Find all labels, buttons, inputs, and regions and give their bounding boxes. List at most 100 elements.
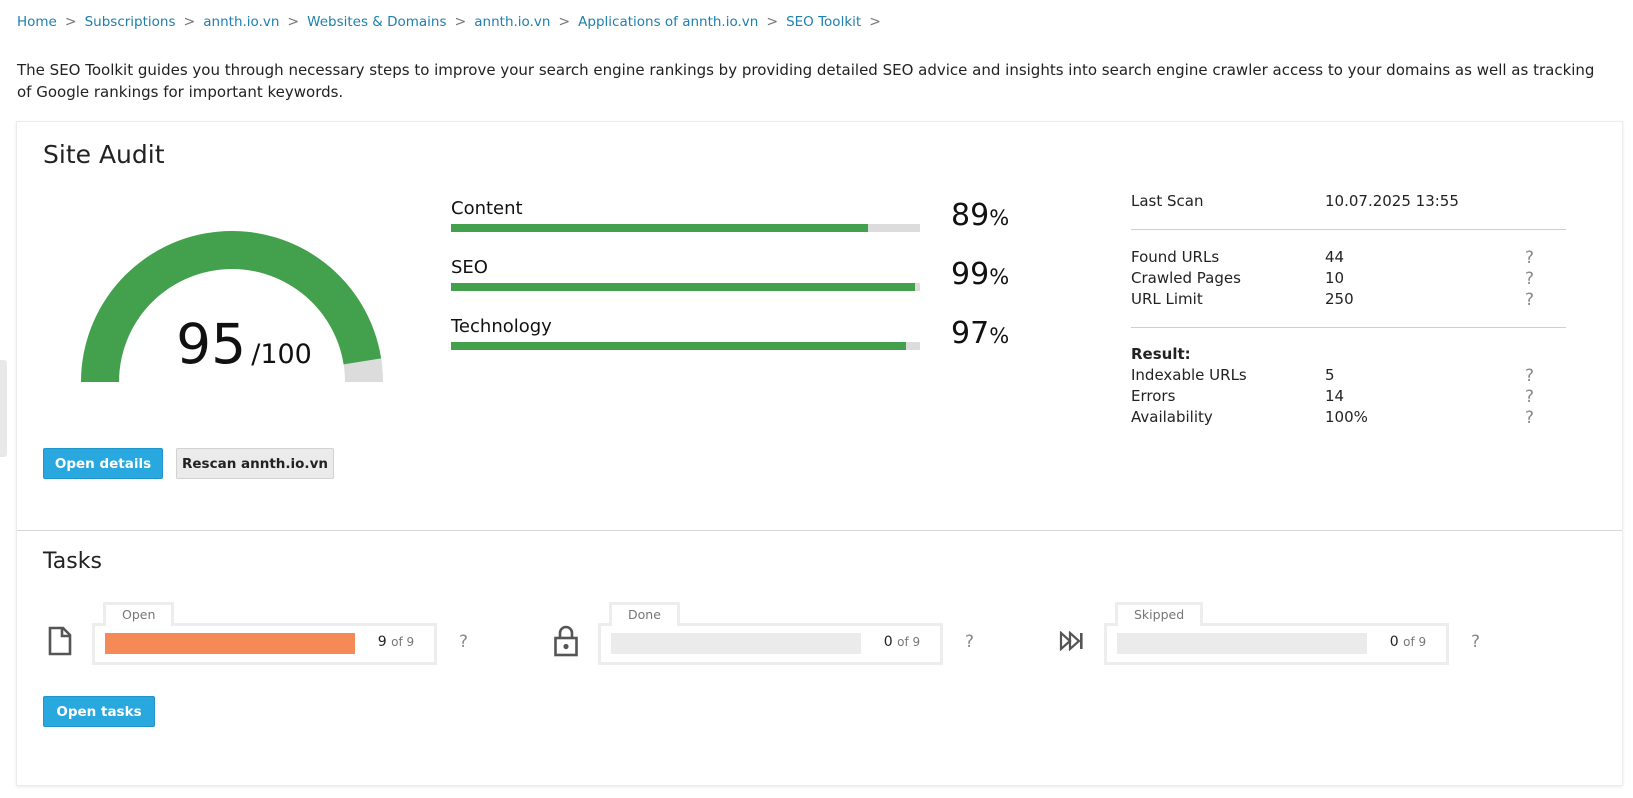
task-progress-bar: [1117, 633, 1367, 654]
task-progress-bar: [611, 633, 861, 654]
task-tab-label: Open: [103, 602, 175, 626]
document-icon: [43, 624, 77, 658]
result-value: 14: [1325, 387, 1345, 405]
result-row: Availability 100%?: [1131, 408, 1587, 430]
task-progress-box[interactable]: 0 of 9: [598, 623, 943, 665]
stat-label: Crawled Pages: [1131, 269, 1241, 287]
gauge-score: 95 /100: [81, 312, 407, 376]
help-icon[interactable]: ?: [965, 632, 974, 652]
stat-row: URL Limit 250?: [1131, 290, 1587, 312]
result-row: Indexable URLs 5?: [1131, 366, 1587, 388]
open-details-button[interactable]: Open details: [43, 448, 163, 479]
metric-percent: 99: [951, 257, 990, 292]
metric-bar-fill: [451, 224, 869, 232]
metric-label: SEO: [451, 257, 488, 278]
last-scan-value: 10.07.2025 13:55: [1325, 192, 1459, 210]
metric-seo: SEO 99%: [451, 257, 1011, 307]
seo-toolkit-page: Home > Subscriptions > annth.io.vn > Websites …: [0, 0, 1633, 798]
metric-unit: %: [989, 324, 1010, 348]
task-count-total: of 9: [897, 635, 921, 649]
score-max: /100: [251, 339, 312, 370]
lock-icon: [549, 624, 583, 658]
chevron-right-icon: >: [183, 14, 196, 30]
task-open: 9 of 9 Open?: [43, 602, 513, 668]
metric-value: 99%: [951, 257, 1009, 292]
result-value: 100%: [1325, 408, 1368, 426]
breadcrumb-item[interactable]: Websites & Domains: [307, 14, 446, 30]
metric-label: Technology: [451, 316, 552, 337]
stat-label: Found URLs: [1131, 248, 1220, 266]
chevron-right-icon: >: [454, 14, 467, 30]
stat-value: 10: [1325, 269, 1345, 287]
result-label: Indexable URLs: [1131, 366, 1247, 384]
task-count-total: of 9: [1403, 635, 1427, 649]
score-value: 95: [176, 312, 247, 376]
task-count-total: of 9: [391, 635, 415, 649]
metric-content: Content 89%: [451, 198, 1011, 248]
help-icon[interactable]: ?: [459, 632, 468, 652]
task-progress-bar: [105, 633, 355, 654]
open-tasks-button[interactable]: Open tasks: [43, 696, 155, 727]
task-count: 9 of 9: [365, 634, 427, 650]
result-heading: Result:: [1131, 345, 1191, 363]
breadcrumb-item[interactable]: annth.io.vn: [474, 14, 550, 30]
section-divider: [17, 530, 1622, 531]
help-icon[interactable]: ?: [1525, 366, 1534, 386]
stat-row: Crawled Pages 10?: [1131, 269, 1587, 291]
stats-divider: [1131, 229, 1566, 230]
metric-bar: [451, 224, 920, 232]
site-audit-title: Site Audit: [43, 140, 165, 169]
metric-unit: %: [989, 265, 1010, 289]
result-row: Errors 14?: [1131, 387, 1587, 409]
task-tab-label: Done: [609, 602, 680, 626]
breadcrumb-item[interactable]: Subscriptions: [85, 14, 176, 30]
chevron-right-icon: >: [558, 14, 571, 30]
help-icon[interactable]: ?: [1525, 269, 1534, 289]
score-gauge: 95 /100: [81, 215, 407, 395]
metric-unit: %: [989, 206, 1010, 230]
task-progress-box[interactable]: 9 of 9: [92, 623, 437, 665]
breadcrumb-item[interactable]: Home: [17, 14, 57, 30]
tasks-title: Tasks: [43, 549, 102, 574]
task-count: 0 of 9: [871, 634, 933, 650]
task-count-value: 0: [883, 634, 893, 650]
metric-label: Content: [451, 198, 523, 219]
task-count-value: 9: [377, 634, 387, 650]
help-icon[interactable]: ?: [1525, 387, 1534, 407]
metric-bar-fill: [451, 283, 916, 291]
last-scan-row: Last Scan 10.07.2025 13:55: [1131, 192, 1587, 214]
metric-percent: 89: [951, 198, 990, 233]
help-icon[interactable]: ?: [1471, 632, 1480, 652]
help-icon[interactable]: ?: [1525, 248, 1534, 268]
metric-value: 89%: [951, 198, 1009, 233]
result-value: 5: [1325, 366, 1335, 384]
task-count-value: 0: [1389, 634, 1399, 650]
task-count: 0 of 9: [1377, 634, 1439, 650]
task-skipped: 0 of 9 Skipped?: [1055, 602, 1525, 668]
help-icon[interactable]: ?: [1525, 408, 1534, 428]
breadcrumb: Home > Subscriptions > annth.io.vn > Websites …: [17, 14, 889, 30]
chevron-right-icon: >: [64, 14, 77, 30]
side-panel-handle[interactable]: [0, 360, 7, 457]
stat-label: URL Limit: [1131, 290, 1203, 308]
metric-bar: [451, 283, 920, 291]
skip-forward-icon: [1055, 624, 1089, 658]
task-progress-box[interactable]: 0 of 9: [1104, 623, 1449, 665]
results-divider: [1131, 327, 1566, 328]
result-label: Errors: [1131, 387, 1176, 405]
intro-text: The SEO Toolkit guides you through neces…: [17, 61, 1595, 101]
rescan-button[interactable]: Rescan annth.io.vn: [176, 448, 334, 479]
stat-value: 250: [1325, 290, 1354, 308]
task-done: 0 of 9 Done?: [549, 602, 1019, 668]
metric-technology: Technology 97%: [451, 316, 1011, 366]
metric-bar-fill: [451, 342, 906, 350]
breadcrumb-item[interactable]: Applications of annth.io.vn: [578, 14, 758, 30]
breadcrumb-item[interactable]: SEO Toolkit: [786, 14, 861, 30]
task-progress-fill: [105, 633, 355, 654]
chevron-right-icon: >: [766, 14, 779, 30]
help-icon[interactable]: ?: [1525, 290, 1534, 310]
task-tab-label: Skipped: [1115, 602, 1204, 626]
site-audit-card: Site Audit 95 /100 Content 89% SEO 99% Techn…: [16, 121, 1623, 786]
metric-bar: [451, 342, 920, 350]
breadcrumb-item[interactable]: annth.io.vn: [203, 14, 279, 30]
